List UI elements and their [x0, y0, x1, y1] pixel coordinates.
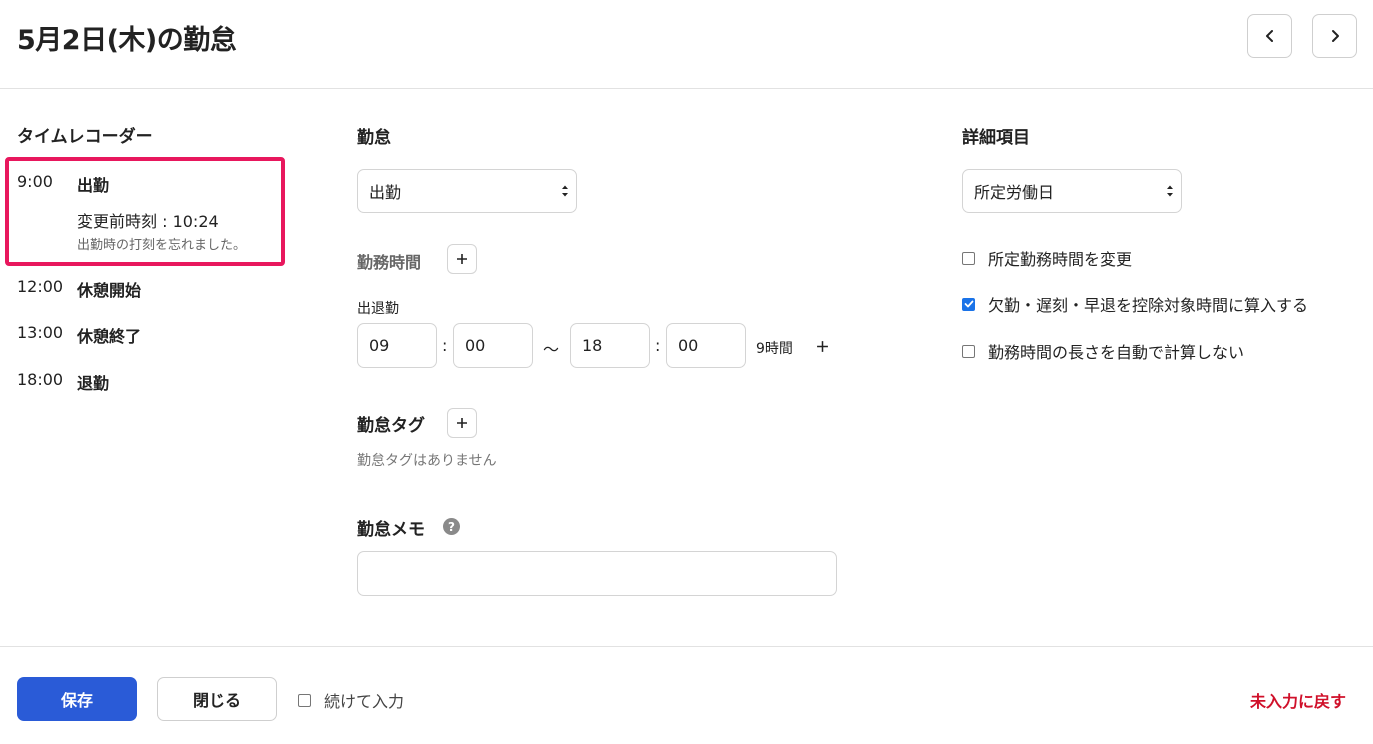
add-work-time-button[interactable] [447, 244, 477, 274]
entry-label[interactable]: 休憩開始 [77, 277, 141, 301]
time-separator: : [442, 336, 448, 355]
option-label: 勤務時間の長さを自動で計算しない [988, 343, 1245, 362]
select-arrows-icon [1167, 185, 1173, 197]
add-tag-button[interactable] [447, 408, 477, 438]
clock-in-out-label: 出退勤 [357, 301, 399, 317]
time-separator: : [655, 336, 661, 355]
attendance-memo-title: 勤怠メモ [357, 520, 425, 540]
prev-day-button[interactable] [1247, 14, 1292, 58]
day-type-value: 所定労働日 [974, 183, 1055, 202]
end-hour-input[interactable]: 18 [570, 323, 650, 368]
time-recorder-title: タイムレコーダー [17, 127, 153, 147]
attendance-tag-title: 勤怠タグ [357, 416, 425, 436]
entry-previous-time: 変更前時刻 : 10:24 [77, 212, 219, 231]
end-minute-input[interactable]: 00 [666, 323, 746, 368]
memo-input[interactable] [357, 551, 837, 596]
option-no-auto-calc[interactable]: 勤務時間の長さを自動で計算しない [962, 339, 1244, 363]
attendance-type-select[interactable]: 出勤 [357, 169, 577, 213]
footer-divider [0, 646, 1373, 647]
revert-to-empty-link[interactable]: 未入力に戻す [1250, 688, 1346, 712]
entry-label[interactable]: 休憩終了 [77, 323, 141, 347]
option-include-deduction[interactable]: 欠勤・遅刻・早退を控除対象時間に算入する [962, 292, 1308, 316]
plus-icon[interactable] [816, 340, 829, 353]
entry-note: 出勤時の打刻を忘れました。 [77, 238, 247, 253]
checkbox[interactable] [962, 344, 975, 358]
entry-time: 9:00 [17, 172, 53, 191]
chevron-right-icon [1331, 30, 1339, 42]
option-label: 所定勤務時間を変更 [988, 250, 1133, 269]
entry-time: 12:00 [17, 277, 64, 296]
checkbox-checked[interactable] [962, 297, 975, 311]
help-icon[interactable]: ? [443, 518, 460, 535]
next-day-button[interactable] [1312, 14, 1357, 58]
entry-time: 18:00 [17, 370, 64, 389]
page-title: 5月2日(木)の勤怠 [17, 25, 237, 56]
attendance-type-value: 出勤 [369, 183, 402, 202]
details-title: 詳細項目 [962, 128, 1030, 148]
checkbox[interactable] [962, 251, 975, 265]
entry-label[interactable]: 退勤 [77, 370, 109, 394]
select-arrows-icon [562, 185, 568, 197]
checkbox[interactable] [298, 693, 311, 707]
continue-label: 続けて入力 [324, 692, 405, 711]
tag-empty-message: 勤怠タグはありません [357, 453, 497, 469]
entry-label[interactable]: 出勤 [77, 172, 109, 196]
day-type-select[interactable]: 所定労働日 [962, 169, 1182, 213]
option-label: 欠勤・遅刻・早退を控除対象時間に算入する [988, 296, 1309, 315]
work-duration: 9時間 [756, 341, 793, 357]
start-minute-input[interactable]: 00 [453, 323, 533, 368]
page-header: 5月2日(木)の勤怠 [0, 0, 1373, 89]
save-button[interactable]: 保存 [17, 677, 137, 721]
attendance-title: 勤怠 [357, 128, 391, 148]
check-icon [964, 300, 973, 308]
range-separator: ～ [543, 340, 560, 359]
start-hour-input[interactable]: 09 [357, 323, 437, 368]
continue-input-option[interactable]: 続けて入力 [298, 688, 404, 712]
entry-time: 13:00 [17, 323, 64, 342]
plus-icon [457, 254, 467, 264]
work-time-title: 勤務時間 [357, 253, 422, 272]
option-change-scheduled-hours[interactable]: 所定勤務時間を変更 [962, 246, 1132, 270]
close-button[interactable]: 閉じる [157, 677, 277, 721]
chevron-left-icon [1265, 30, 1273, 42]
plus-icon [457, 418, 467, 428]
